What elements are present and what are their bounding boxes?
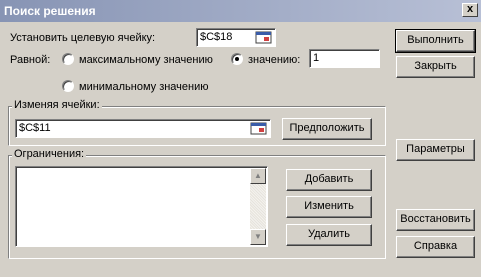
min-radio[interactable]: [62, 80, 74, 92]
solve-button[interactable]: Выполнить: [395, 29, 476, 53]
delete-constraint-button[interactable]: Удалить: [286, 224, 372, 246]
change-constraint-button[interactable]: Изменить: [286, 196, 372, 218]
close-button[interactable]: Закрыть: [396, 56, 475, 78]
constraints-list[interactable]: ▲ ▼: [15, 166, 268, 247]
help-button[interactable]: Справка: [396, 236, 475, 258]
scroll-down-icon[interactable]: ▼: [250, 229, 266, 245]
target-cell-value: $C$18: [200, 31, 233, 43]
constraints-scrollbar[interactable]: ▲ ▼: [250, 168, 266, 245]
constraints-label: Ограничения:: [12, 148, 87, 160]
value-radio[interactable]: [231, 53, 243, 65]
range-select-icon[interactable]: [250, 122, 268, 136]
scroll-up-icon[interactable]: ▲: [250, 168, 266, 184]
max-radio[interactable]: [62, 53, 74, 65]
range-select-icon[interactable]: [255, 31, 273, 45]
changing-cells-label: Изменяя ячейки:: [12, 99, 102, 111]
title-bar: Поиск решения x: [0, 0, 481, 22]
changing-cells-input[interactable]: $C$11: [15, 119, 271, 138]
value-of-input[interactable]: 1: [309, 49, 380, 68]
reset-all-button[interactable]: Восстановить: [396, 209, 475, 231]
target-cell-label: Установить целевую ячейку:: [10, 32, 156, 44]
equal-to-label: Равной:: [10, 54, 51, 66]
add-constraint-button[interactable]: Добавить: [286, 169, 372, 191]
guess-button[interactable]: Предположить: [282, 118, 372, 140]
options-button[interactable]: Параметры: [396, 139, 475, 161]
close-window-button[interactable]: x: [462, 3, 478, 17]
changing-cells-value: $C$11: [19, 122, 51, 134]
max-radio-label[interactable]: максимальному значению: [79, 54, 213, 66]
window-title: Поиск решения: [4, 4, 96, 18]
target-cell-input[interactable]: $C$18: [196, 28, 276, 47]
value-radio-label[interactable]: значению:: [248, 54, 300, 66]
min-radio-label[interactable]: минимальному значению: [79, 81, 209, 93]
radio-selected-dot: [235, 57, 239, 61]
